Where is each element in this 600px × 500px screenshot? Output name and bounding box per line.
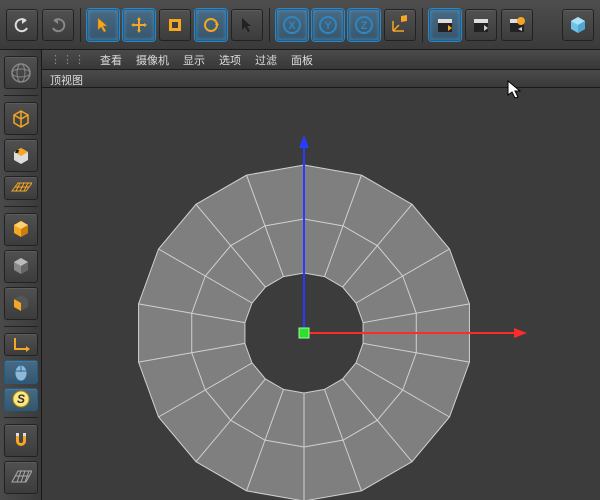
cube-orange-icon bbox=[10, 218, 32, 240]
z-axis-button[interactable]: Z bbox=[348, 9, 380, 41]
object-mode-button[interactable] bbox=[4, 250, 38, 283]
magnet-button[interactable] bbox=[4, 424, 38, 457]
axis-handle-button[interactable] bbox=[4, 333, 38, 356]
menu-grip-icon[interactable]: ⋮⋮⋮ bbox=[50, 53, 86, 66]
move-tool-button[interactable] bbox=[123, 9, 155, 41]
viewport-canvas[interactable] bbox=[42, 88, 600, 500]
menu-options[interactable]: 选项 bbox=[219, 52, 241, 68]
geometry-svg bbox=[42, 88, 600, 500]
svg-text:Y: Y bbox=[324, 20, 332, 32]
globe-icon bbox=[9, 61, 33, 85]
floor-button[interactable] bbox=[4, 176, 38, 199]
y-axis-button[interactable]: Y bbox=[312, 9, 344, 41]
clapper-a-icon bbox=[435, 15, 455, 35]
divider bbox=[4, 206, 38, 207]
scale-tool-button[interactable] bbox=[159, 9, 191, 41]
menu-display[interactable]: 显示 bbox=[183, 52, 205, 68]
menu-camera[interactable]: 摄像机 bbox=[136, 52, 169, 68]
viewport: ⋮⋮⋮ 查看 摄像机 显示 选项 过滤 面板 顶视图 bbox=[42, 50, 600, 500]
grid-gray-icon bbox=[10, 468, 32, 486]
clapper-b-icon bbox=[471, 15, 491, 35]
scale-icon bbox=[165, 15, 185, 35]
cube-gray-icon bbox=[10, 255, 32, 277]
svg-text:X: X bbox=[288, 20, 296, 32]
clapper-gear-icon bbox=[507, 15, 527, 35]
mouse-mode-button[interactable] bbox=[4, 360, 38, 383]
select-tool-button[interactable] bbox=[87, 9, 119, 41]
menu-filter[interactable]: 过滤 bbox=[255, 52, 277, 68]
anim-a-button[interactable] bbox=[429, 9, 461, 41]
separator bbox=[422, 8, 423, 42]
cube-face-icon bbox=[10, 292, 32, 314]
cube-cyan-icon bbox=[567, 14, 589, 36]
grid-orange-icon bbox=[10, 181, 32, 195]
magnet-icon bbox=[11, 430, 31, 450]
y-icon: Y bbox=[318, 15, 338, 35]
globe-button[interactable] bbox=[4, 56, 38, 89]
undo-button[interactable] bbox=[6, 9, 38, 41]
axis-cube-icon bbox=[390, 15, 410, 35]
lasso-tool-button[interactable] bbox=[231, 9, 263, 41]
menu-panel[interactable]: 面板 bbox=[291, 52, 313, 68]
divider bbox=[4, 326, 38, 327]
divider bbox=[4, 95, 38, 96]
make-editable-button[interactable] bbox=[4, 102, 38, 135]
axis-mode-button[interactable] bbox=[384, 9, 416, 41]
x-axis-button[interactable]: X bbox=[276, 9, 308, 41]
mouse-icon bbox=[13, 363, 29, 381]
poly-mode-button[interactable] bbox=[4, 287, 38, 320]
svg-text:S: S bbox=[16, 392, 24, 406]
top-toolbar: X Y Z bbox=[0, 0, 600, 50]
model-mode-button[interactable] bbox=[4, 213, 38, 246]
menu-view[interactable]: 查看 bbox=[100, 52, 122, 68]
rotate-tool-button[interactable] bbox=[195, 9, 227, 41]
separator bbox=[80, 8, 81, 42]
cursor-icon bbox=[93, 15, 113, 35]
separator bbox=[269, 8, 270, 42]
viewport-label: 顶视图 bbox=[42, 70, 600, 88]
s-circle-icon: S bbox=[12, 390, 30, 408]
workplane-button[interactable] bbox=[4, 461, 38, 494]
undo-icon bbox=[12, 15, 32, 35]
rotate-icon bbox=[201, 15, 221, 35]
redo-button[interactable] bbox=[42, 9, 74, 41]
left-toolbar: S bbox=[0, 50, 42, 500]
anim-c-button[interactable] bbox=[501, 9, 533, 41]
l-axis-icon bbox=[11, 336, 31, 352]
redo-icon bbox=[48, 15, 68, 35]
checker-button[interactable] bbox=[4, 139, 38, 172]
move-icon bbox=[129, 15, 149, 35]
viewport-menu: ⋮⋮⋮ 查看 摄像机 显示 选项 过滤 面板 bbox=[42, 50, 600, 70]
z-icon: Z bbox=[354, 15, 374, 35]
s-mode-button[interactable]: S bbox=[4, 388, 38, 411]
cursor-dark-icon bbox=[237, 15, 257, 35]
svg-text:Z: Z bbox=[361, 20, 368, 32]
viewcube-button[interactable] bbox=[562, 9, 594, 41]
cube-wire-icon bbox=[10, 108, 32, 130]
x-icon: X bbox=[282, 15, 302, 35]
checker-icon bbox=[10, 145, 32, 167]
anim-b-button[interactable] bbox=[465, 9, 497, 41]
divider bbox=[4, 417, 38, 418]
